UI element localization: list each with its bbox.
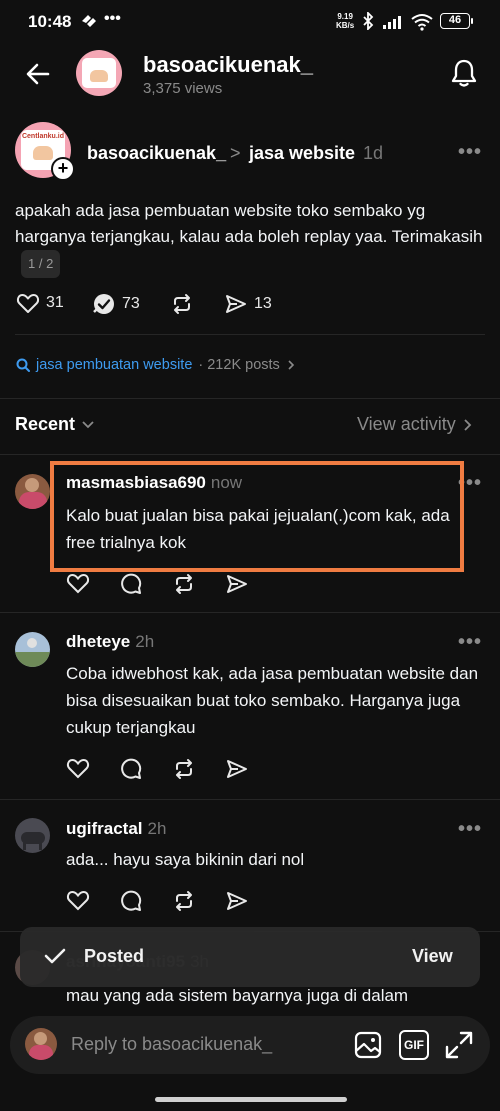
header-title: basoacikuenak_	[143, 52, 313, 77]
wifi-icon	[410, 13, 434, 31]
comment-icon[interactable]	[119, 757, 143, 781]
expand-icon	[445, 1031, 473, 1059]
chevron-right-icon	[288, 360, 294, 370]
reply-checked-icon	[93, 294, 114, 314]
search-icon	[16, 358, 30, 372]
reply-header: ugifractal 2h	[66, 819, 166, 839]
post-body: apakah ada jasa pembuatan website toko s…	[15, 198, 485, 278]
post-more-button[interactable]: •••	[458, 141, 482, 164]
page-indicator: 1 / 2	[21, 250, 61, 278]
send-icon	[226, 295, 246, 313]
reply-count: 73	[122, 295, 140, 312]
reply-avatar[interactable]	[15, 474, 50, 509]
repost-icon[interactable]	[172, 757, 196, 781]
network-speed: 9.19 KB/s	[336, 12, 355, 30]
tag-name: jasa pembuatan website	[36, 357, 193, 373]
toast-view-button[interactable]: View	[412, 946, 453, 967]
reply-button[interactable]: 73	[92, 292, 140, 316]
post-username[interactable]: basoacikuenak_	[87, 143, 226, 164]
home-indicator[interactable]	[155, 1097, 347, 1102]
reply-more-button[interactable]: •••	[458, 818, 482, 841]
divider	[0, 398, 500, 399]
tag-post-count: · 212K posts	[198, 357, 280, 373]
post-text: apakah ada jasa pembuatan website toko s…	[15, 201, 483, 246]
reply-username[interactable]: ugifractal	[66, 819, 143, 838]
back-button[interactable]	[24, 60, 52, 88]
send-icon[interactable]	[225, 572, 249, 596]
divider	[0, 612, 500, 613]
comment-icon[interactable]	[119, 889, 143, 913]
reply-actions	[66, 572, 249, 596]
back-arrow-icon	[26, 63, 50, 85]
heart-icon[interactable]	[66, 572, 90, 594]
reply-username[interactable]: dheteye	[66, 632, 130, 651]
comment-icon[interactable]	[119, 572, 143, 596]
share-button[interactable]: 13	[224, 292, 272, 316]
follow-plus-button[interactable]: +	[51, 157, 75, 181]
reply-avatar[interactable]	[15, 818, 50, 853]
chevron-right-icon	[464, 418, 471, 431]
gif-button[interactable]: GIF	[399, 1030, 429, 1060]
reply-text: Coba idwebhost kak, ada jasa pembuatan w…	[66, 664, 479, 737]
reply-time: 2h	[147, 819, 167, 838]
app-notification-icon	[80, 13, 98, 29]
bluetooth-icon	[362, 12, 374, 30]
reply-text: ada... hayu saya bikinin dari nol	[66, 850, 305, 869]
send-icon[interactable]	[225, 757, 249, 781]
signal-icon	[382, 14, 406, 30]
like-count: 31	[46, 294, 64, 311]
image-attach-button[interactable]	[353, 1030, 383, 1060]
heart-icon[interactable]	[66, 757, 90, 779]
send-icon[interactable]	[225, 889, 249, 913]
reply-time: 2h	[135, 632, 155, 651]
posted-toast: Posted View	[20, 927, 480, 987]
checkmark-icon	[44, 947, 66, 965]
header-views: 3,375 views	[143, 80, 223, 97]
heart-icon[interactable]	[66, 889, 90, 911]
reply-actions	[66, 757, 249, 781]
reply-composer[interactable]: Reply to basoacikuenak_ GIF	[10, 1016, 490, 1074]
expand-button[interactable]	[444, 1030, 474, 1060]
reply-avatar[interactable]	[15, 632, 50, 667]
notification-bell-button[interactable]	[450, 58, 478, 88]
repost-icon[interactable]	[172, 889, 196, 913]
chevron-down-icon	[82, 420, 94, 428]
divider	[0, 454, 500, 455]
sort-label: Recent	[15, 414, 76, 434]
post-time: 1d	[363, 143, 384, 163]
image-icon	[354, 1031, 382, 1059]
header-avatar[interactable]	[76, 50, 122, 96]
status-time: 10:48	[28, 12, 72, 31]
view-activity-link[interactable]: View activity	[357, 414, 472, 435]
reply-input[interactable]: Reply to basoacikuenak_	[71, 1034, 272, 1055]
battery-indicator: 46	[440, 13, 473, 29]
reply-more-button[interactable]: •••	[458, 631, 482, 654]
view-activity-label: View activity	[357, 414, 456, 434]
share-count: 13	[254, 295, 272, 312]
status-bar: 10:48 ••• 9.19 KB/s 46	[0, 0, 500, 44]
avatar-logo-text: Centlanku.id	[21, 133, 64, 140]
repost-icon	[174, 294, 190, 314]
sort-dropdown[interactable]: Recent	[15, 414, 95, 435]
toast-label: Posted	[84, 946, 145, 966]
topic-tag-link[interactable]: jasa pembuatan website · 212K posts	[16, 357, 296, 373]
like-button[interactable]: 31	[16, 292, 64, 314]
repost-button[interactable]	[170, 292, 194, 316]
heart-icon	[16, 294, 40, 313]
my-avatar	[25, 1028, 57, 1060]
highlight-annotation	[50, 461, 464, 572]
repost-icon[interactable]	[172, 572, 196, 596]
divider	[15, 334, 485, 335]
divider	[0, 799, 500, 800]
reply-header: dheteye 2h	[66, 632, 154, 652]
post-topic[interactable]: jasa website	[249, 143, 355, 164]
bell-icon	[451, 59, 477, 87]
topic-separator-icon: >	[230, 143, 241, 163]
reply-actions	[66, 889, 249, 913]
more-notifications-icon: •••	[104, 10, 121, 27]
